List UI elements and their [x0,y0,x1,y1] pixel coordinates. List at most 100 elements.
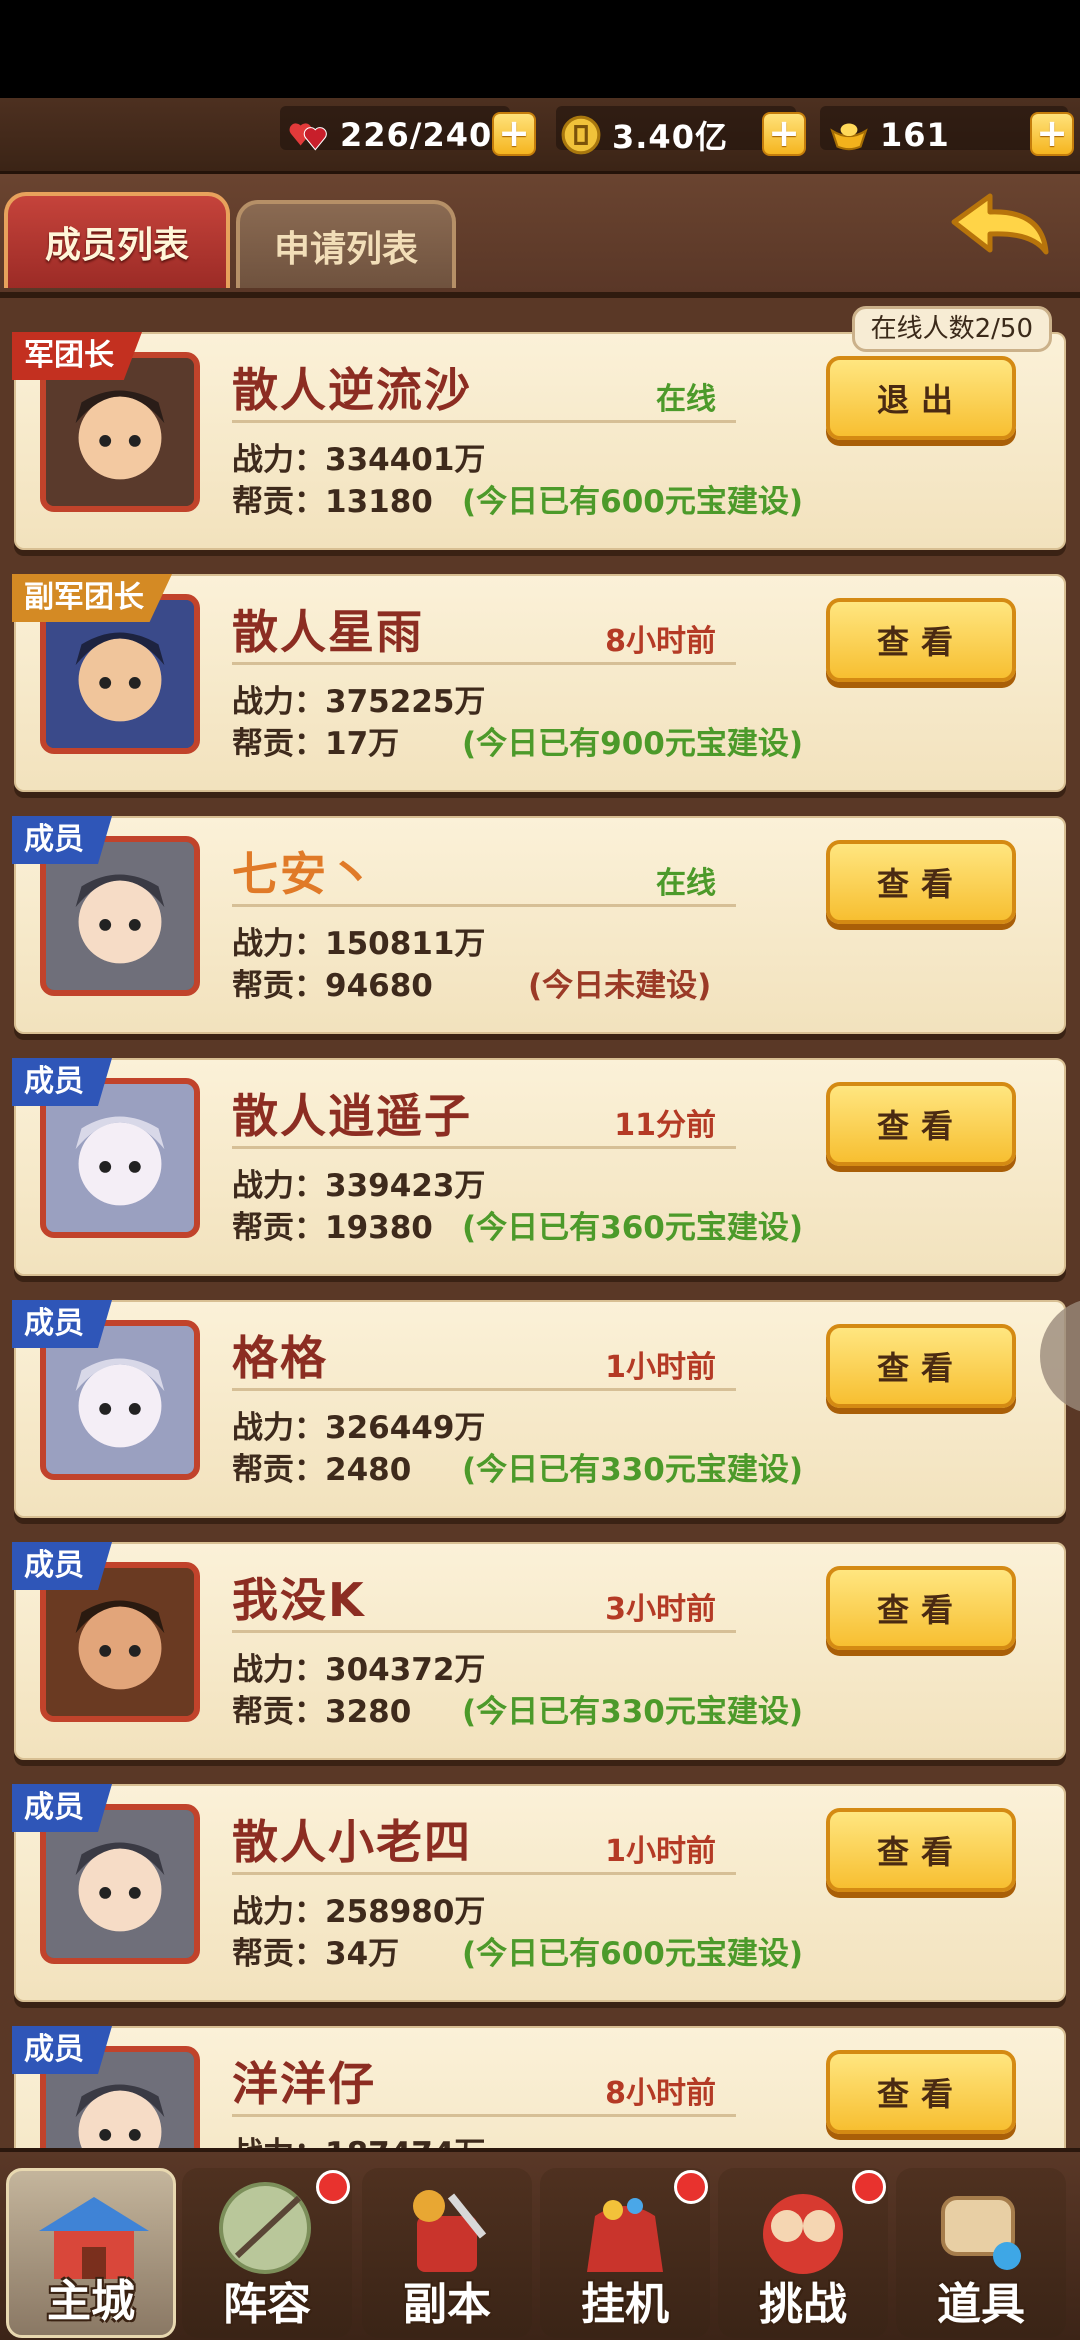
contribution-value: 2480 [325,1452,412,1488]
add-stamina-button[interactable]: + [492,112,536,156]
view-button[interactable]: 查看 [826,1808,1016,1892]
view-button[interactable]: 查看 [826,1082,1016,1166]
power-value: 304372万 [325,1652,486,1688]
power-label: 战力： [232,1410,325,1446]
power-label: 战力： [232,684,325,720]
view-button[interactable]: 查看 [826,1566,1016,1650]
member-list[interactable]: 在线人数2/50 军团长 散人逆流沙 在线 战力：334401万 帮贡：1318… [0,292,1080,2148]
build-status: (今日已有900元宝建设) [462,726,804,762]
back-arrow-icon[interactable] [946,188,1056,278]
nav-idle[interactable]: 挂机 [540,2168,710,2338]
member-card: 军团长 散人逆流沙 在线 战力：334401万 帮贡：13180 (今日已有60… [12,332,1066,550]
rank-badge: 军团长 [12,332,142,380]
nav-label: 挑战 [759,2279,847,2330]
contribution-value: 13180 [325,484,433,520]
nav-label: 道具 [937,2279,1025,2330]
power-stat: 战力：304372万 [232,1644,485,1689]
build-status: (今日已有330元宝建设) [462,1452,804,1488]
power-value: 258980万 [325,1894,486,1930]
nav-dungeon[interactable]: 副本 [362,2168,532,2338]
exit-button[interactable]: 退出 [826,356,1016,440]
power-value: 334401万 [325,442,486,478]
rank-badge: 成员 [12,816,112,864]
power-stat: 战力：187474万 [232,2128,485,2148]
member-card: 成员 我没K 3小时前 战力：304372万 帮贡：3280 (今日已有330元… [12,1542,1066,1760]
tab-member-list[interactable]: 成员列表 [4,192,230,288]
power-value: 375225万 [325,684,486,720]
nav-main-city[interactable]: 主城 [6,2168,176,2338]
power-stat: 战力：375225万 [232,676,485,721]
power-stat: 战力：326449万 [232,1402,485,1447]
build-status: (今日未建设) [528,968,712,1004]
contribution-value: 34万 [325,1936,400,1972]
contribution-stat: 帮贡：3280 [232,1686,411,1731]
divider [232,662,736,665]
online-status: 11分前 [614,1108,716,1143]
rank-badge: 成员 [12,1542,112,1590]
avatar-portrait-icon [46,600,194,748]
member-name: 散人星雨 [232,605,424,659]
contribution-label: 帮贡： [232,968,325,1004]
member-name: 散人小老四 [232,1815,472,1869]
contribution-stat: 帮贡：19380 [232,1202,433,1247]
bottom-nav: 主城 阵容 副本 挂机 挑战 道具 [0,2148,1080,2340]
gold-ingot-icon [830,123,868,151]
online-status: 1小时前 [605,1350,716,1385]
avatar-portrait-icon [46,1810,194,1958]
power-value: 326449万 [325,1410,486,1446]
power-label: 战力： [232,926,325,962]
contribution-value: 94680 [325,968,433,1004]
power-label: 战力： [232,1168,325,1204]
online-status: 在线 [656,382,716,417]
member-card: 成员 七安丶 在线 战力：150811万 帮贡：94680 (今日未建设) 查看 [12,816,1066,1034]
tab-application-list[interactable]: 申请列表 [236,200,456,288]
power-value: 339423万 [325,1168,486,1204]
power-stat: 战力：258980万 [232,1886,485,1931]
rank-badge: 成员 [12,2026,112,2074]
power-stat: 战力：150811万 [232,918,485,963]
online-status: 8小时前 [605,2076,716,2111]
resource-bar: 226/240 + 3.40亿 + 161 + [0,98,1080,174]
nav-label: 主城 [47,2276,135,2327]
build-status: (今日已有330元宝建设) [462,1694,804,1730]
status-bar [0,0,1080,98]
stamina-value: 226/240 [340,116,493,154]
contribution-label: 帮贡： [232,1936,325,1972]
ingots-value: 161 [880,116,950,154]
view-button[interactable]: 查看 [826,598,1016,682]
contribution-label: 帮贡： [232,1452,325,1488]
add-coins-button[interactable]: + [762,112,806,156]
member-card: 成员 格格 1小时前 战力：326449万 帮贡：2480 (今日已有330元宝… [12,1300,1066,1518]
rank-badge: 成员 [12,1300,112,1348]
view-button[interactable]: 查看 [826,1324,1016,1408]
tab-strip: 成员列表 申请列表 [0,174,1080,292]
build-status: (今日已有360元宝建设) [462,1210,804,1246]
member-name: 我没K [232,1573,366,1627]
rank-badge: 成员 [12,1784,112,1832]
nav-challenge[interactable]: 挑战 [718,2168,888,2338]
notification-dot [316,2170,350,2204]
coins-value: 3.40亿 [612,118,728,156]
view-button[interactable]: 查看 [826,840,1016,924]
nav-items[interactable]: 道具 [896,2168,1066,2338]
contribution-value: 3280 [325,1694,412,1730]
member-name: 散人逍遥子 [232,1089,472,1143]
coins-display: 3.40亿 [560,110,728,160]
divider [232,2114,736,2117]
online-count: 在线人数2/50 [851,306,1052,352]
contribution-stat: 帮贡：34万 [232,1928,399,1973]
notification-dot [674,2170,708,2204]
member-name: 格格 [232,1331,328,1385]
ingots-display: 161 [828,110,950,160]
divider [232,1388,736,1391]
stamina-hearts-icon [289,123,327,151]
divider [232,1872,736,1875]
nav-formation[interactable]: 阵容 [182,2168,352,2338]
member-card: 成员 洋洋仔 8小时前 战力：187474万 帮贡： 查看 [12,2026,1066,2148]
contribution-stat: 帮贡：2480 [232,1444,411,1489]
contribution-stat: 帮贡：94680 [232,960,433,1005]
member-name: 洋洋仔 [232,2057,376,2111]
add-ingots-button[interactable]: + [1030,112,1074,156]
avatar-portrait-icon [46,1326,194,1474]
view-button[interactable]: 查看 [826,2050,1016,2134]
